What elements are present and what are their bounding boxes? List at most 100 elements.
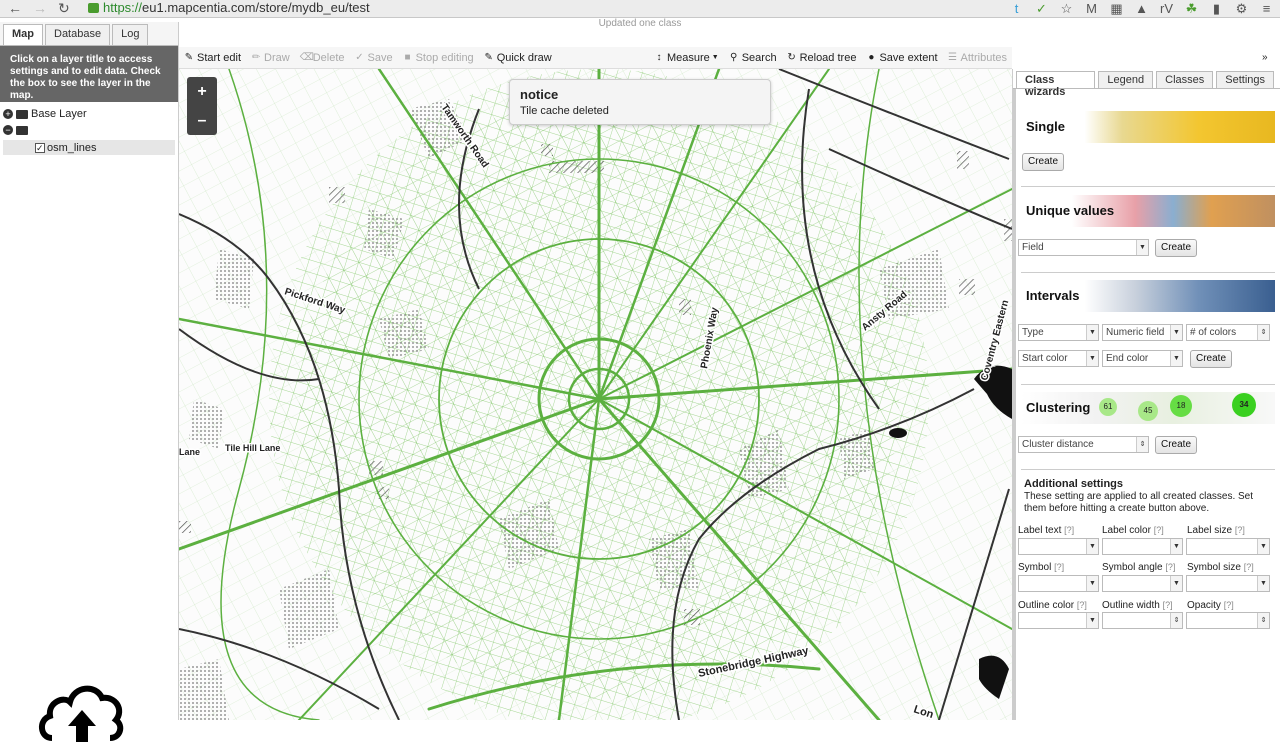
outline-width-stepper[interactable]: ⇕ bbox=[1102, 612, 1183, 629]
num-colors-stepper[interactable]: # of colors ⇕ bbox=[1186, 324, 1270, 341]
outline-color-label: Outline color [?] bbox=[1018, 600, 1087, 611]
help-link[interactable]: [?] bbox=[1235, 525, 1245, 535]
gear-icon[interactable]: ⚙ bbox=[1234, 1, 1249, 16]
dome-icon[interactable]: ▲ bbox=[1134, 1, 1149, 16]
label-color-label: Label color [?] bbox=[1102, 525, 1164, 536]
layer-visibility-checkbox[interactable]: ✓ bbox=[35, 142, 45, 153]
stepper-arrows-icon[interactable]: ⇕ bbox=[1136, 437, 1148, 452]
save-extent-button[interactable]: ● Save extent bbox=[861, 52, 942, 64]
help-link[interactable]: [?] bbox=[1224, 600, 1234, 610]
single-create-button[interactable]: Create bbox=[1022, 153, 1065, 171]
symbol-size-select[interactable]: ▼ bbox=[1186, 575, 1270, 592]
map-canvas[interactable]: Pickford Way Tamworth Road Phoenix Way A… bbox=[179, 69, 1012, 720]
outline-color-select[interactable]: ▼ bbox=[1018, 612, 1099, 629]
help-link[interactable]: [?] bbox=[1244, 562, 1254, 572]
url-scheme: https:// bbox=[103, 0, 143, 15]
stop-editing-button[interactable]: ■ Stop editing bbox=[398, 52, 479, 64]
measure-dropdown[interactable]: ↕ Measure ▼ bbox=[649, 52, 724, 64]
calendar-icon[interactable]: ▦ bbox=[1109, 1, 1124, 16]
tab-legend[interactable]: Legend bbox=[1098, 71, 1154, 88]
divider bbox=[1021, 384, 1275, 385]
address-bar[interactable]: https://eu1.mapcentia.com/store/mydb_eu/… bbox=[88, 0, 370, 17]
chevron-down-icon: ▼ bbox=[1086, 613, 1098, 628]
intervals-type-select[interactable]: Type ▼ bbox=[1018, 324, 1099, 341]
star-icon[interactable]: ☆ bbox=[1059, 1, 1074, 16]
save-button[interactable]: ✓ Save bbox=[350, 52, 398, 64]
cluster-bubble: 34 bbox=[1232, 393, 1256, 417]
rv-icon[interactable]: rV bbox=[1159, 1, 1174, 16]
intervals-numeric-field-select[interactable]: Numeric field ▼ bbox=[1102, 324, 1183, 341]
collapse-panel-icon[interactable]: » bbox=[1262, 52, 1268, 63]
measure-icon: ↕ bbox=[656, 51, 662, 63]
opacity-stepper[interactable]: ⇕ bbox=[1186, 612, 1270, 629]
tab-map[interactable]: Map bbox=[3, 24, 43, 45]
gmail-icon[interactable]: M bbox=[1084, 1, 1099, 16]
draw-button[interactable]: ✏ Draw bbox=[246, 52, 295, 64]
unique-field-select[interactable]: Field ▼ bbox=[1018, 239, 1149, 256]
expand-icon[interactable]: + bbox=[3, 109, 13, 119]
start-color-select[interactable]: Start color ▼ bbox=[1018, 350, 1099, 367]
search-button[interactable]: ⚲ Search bbox=[724, 52, 782, 64]
zoom-in-button[interactable]: + bbox=[187, 77, 217, 106]
pencil-square-icon: ✎ bbox=[184, 51, 194, 63]
symbol-caption: Symbol bbox=[1018, 562, 1052, 573]
leaf-icon[interactable]: ☘ bbox=[1184, 1, 1199, 16]
start-edit-button[interactable]: ✎ Start edit bbox=[179, 52, 246, 64]
measure-label: Measure bbox=[666, 51, 710, 64]
map-label-tile-hill-lane: Tile Hill Lane bbox=[225, 443, 280, 453]
label-color-select[interactable]: ▼ bbox=[1102, 538, 1183, 555]
editing-toolbar: ✎ Start edit ✏ Draw ⌫ Delete ✓ Save ■ Stop ed… bbox=[179, 47, 1012, 69]
help-link[interactable]: [?] bbox=[1163, 600, 1173, 610]
evernote-icon[interactable]: ✓ bbox=[1034, 1, 1049, 16]
tree-node-base-layer[interactable]: + Base Layer bbox=[3, 106, 175, 122]
help-link[interactable]: [?] bbox=[1064, 525, 1074, 535]
symbol-select[interactable]: ▼ bbox=[1018, 575, 1099, 592]
reload-tree-button[interactable]: ↻ Reload tree bbox=[782, 52, 862, 64]
forward-icon[interactable]: → bbox=[33, 0, 47, 16]
stepper-arrows-icon[interactable]: ⇕ bbox=[1257, 325, 1269, 340]
chevron-down-icon: ▼ bbox=[1086, 576, 1098, 591]
delete-button[interactable]: ⌫ Delete bbox=[295, 52, 350, 64]
intervals-create-button[interactable]: Create bbox=[1190, 350, 1233, 368]
cluster-bubble: 45 bbox=[1138, 401, 1158, 421]
attributes-button[interactable]: ☰ Attributes bbox=[943, 52, 1012, 64]
label-size-select[interactable]: ▼ bbox=[1186, 538, 1270, 555]
clustering-create-button[interactable]: Create bbox=[1155, 436, 1198, 454]
symbol-angle-select[interactable]: ▼ bbox=[1102, 575, 1183, 592]
tab-settings[interactable]: Settings bbox=[1216, 71, 1274, 88]
zoom-out-button[interactable]: – bbox=[187, 106, 217, 135]
help-link[interactable]: [?] bbox=[1165, 562, 1175, 572]
tab-classes[interactable]: Classes bbox=[1156, 71, 1214, 88]
cloud-upload-icon[interactable] bbox=[38, 668, 126, 742]
cluster-distance-stepper[interactable]: Cluster distance ⇕ bbox=[1018, 436, 1149, 453]
unique-create-button[interactable]: Create bbox=[1155, 239, 1198, 257]
layer-title[interactable]: osm_lines bbox=[47, 142, 97, 154]
notice-popup: notice Tile cache deleted bbox=[509, 79, 771, 125]
edit-icon: ✎ bbox=[484, 51, 493, 63]
label-text-select[interactable]: ▼ bbox=[1018, 538, 1099, 555]
help-link[interactable]: [?] bbox=[1154, 525, 1164, 535]
class-wizards-panel: Single Create Unique values Field ▼ Creat… bbox=[1013, 89, 1280, 720]
help-link[interactable]: [?] bbox=[1077, 600, 1087, 610]
tab-class-wizards[interactable]: Class wizards bbox=[1016, 71, 1096, 98]
stepper-arrows-icon[interactable]: ⇕ bbox=[1170, 613, 1182, 628]
collapse-icon[interactable]: − bbox=[3, 125, 13, 135]
back-icon[interactable]: ← bbox=[8, 0, 22, 16]
stats-icon[interactable]: ▮ bbox=[1209, 1, 1224, 16]
menu-icon[interactable]: ≡ bbox=[1259, 1, 1274, 16]
tab-log[interactable]: Log bbox=[112, 24, 149, 45]
tree-node-group[interactable]: − bbox=[3, 122, 175, 138]
quick-draw-button[interactable]: ✎ Quick draw bbox=[479, 52, 557, 64]
search-label: Search bbox=[741, 51, 777, 64]
base-layer-label[interactable]: Base Layer bbox=[31, 106, 87, 122]
intervals-banner: Intervals bbox=[1021, 280, 1275, 312]
reload-icon[interactable]: ↻ bbox=[58, 0, 70, 16]
chevron-down-icon: ▼ bbox=[1086, 325, 1098, 340]
twitter-icon[interactable]: t bbox=[1009, 1, 1024, 16]
layer-row-osm-lines[interactable]: ✓ osm_lines bbox=[3, 140, 175, 155]
help-link[interactable]: [?] bbox=[1054, 562, 1064, 572]
end-color-select[interactable]: End color ▼ bbox=[1102, 350, 1183, 367]
opacity-caption: Opacity bbox=[1187, 600, 1221, 611]
tab-database[interactable]: Database bbox=[45, 24, 111, 45]
stepper-arrows-icon[interactable]: ⇕ bbox=[1257, 613, 1269, 628]
